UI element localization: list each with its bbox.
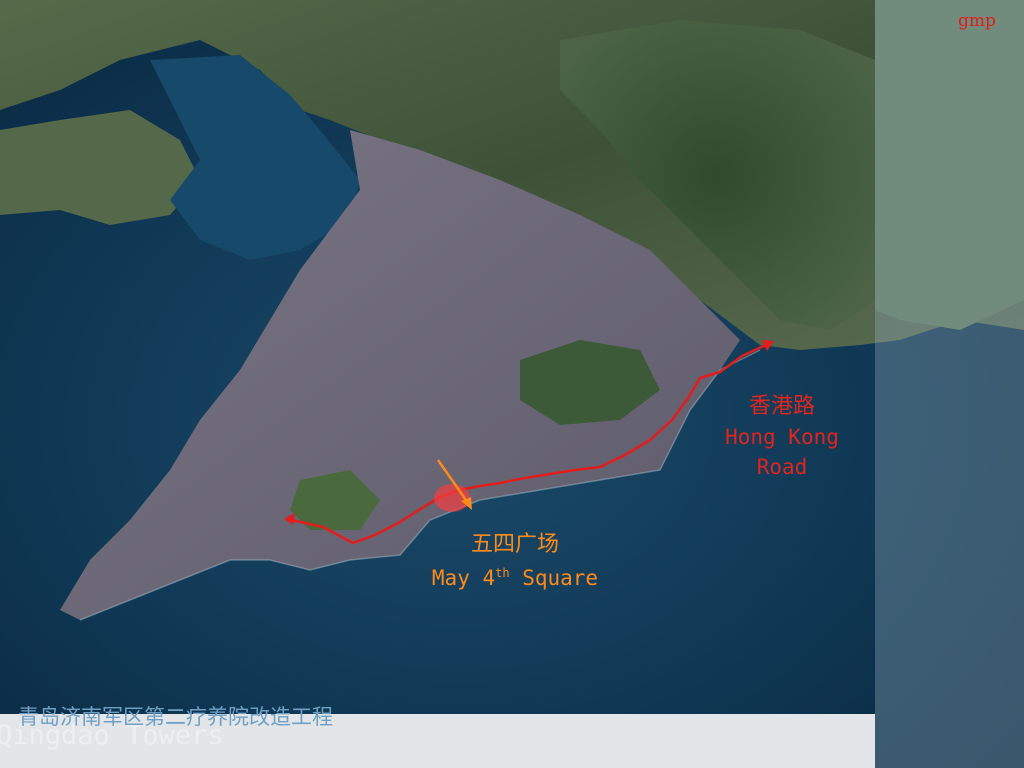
may-fourth-suffix: Square xyxy=(509,566,599,590)
satellite-map xyxy=(0,0,1024,768)
corner-tag: gmp xyxy=(958,11,996,31)
hong-kong-road-en-1: Hong Kong xyxy=(725,425,839,449)
may-fourth-square-zh: 五四广场 xyxy=(470,532,559,557)
hong-kong-road-en-2: Road xyxy=(756,455,808,479)
project-title: 青岛济南军区第二疗养院改造工程 xyxy=(18,705,333,729)
hong-kong-road-zh: 香港路 xyxy=(748,394,815,419)
hong-kong-road-label: 香港路 Hong Kong Road xyxy=(712,392,852,482)
side-panel-overlay xyxy=(875,0,1024,768)
may-fourth-square-en: May 4th Square xyxy=(415,560,615,591)
may-fourth-square-label: 五四广场 May 4th Square xyxy=(415,530,615,591)
may-fourth-prefix: May 4 xyxy=(431,566,496,590)
slide: gmp 香港路 Hong Kong Road 五四广场 May 4th Squa… xyxy=(0,0,1024,768)
may-fourth-sup: th xyxy=(495,566,510,580)
